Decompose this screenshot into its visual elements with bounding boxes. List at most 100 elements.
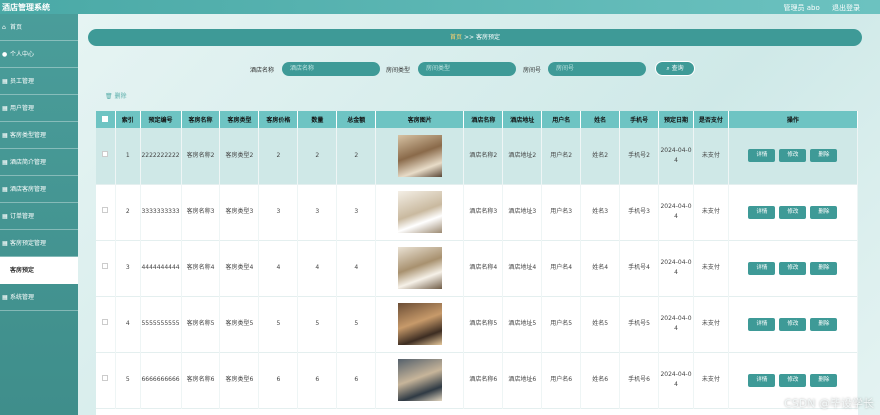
user-icon: ●	[2, 51, 8, 58]
delete-button[interactable]: 删除	[810, 373, 838, 387]
cell-price: 6	[258, 352, 299, 408]
cell-index: 3	[115, 240, 141, 296]
cell-room-type: 客房类型3	[219, 184, 260, 240]
cell-hotel-address: 酒店地址4	[502, 240, 543, 296]
delete-button[interactable]: 删除	[810, 317, 838, 331]
column-header: 是否支付	[693, 111, 729, 128]
cell-hotel-name: 酒店名称3	[463, 184, 504, 240]
delete-button[interactable]: 删除	[810, 205, 838, 219]
sidebar-item-profile[interactable]: ● 个人中心	[0, 41, 78, 68]
column-header: 酒店名称	[463, 111, 504, 128]
cell-total: 2	[336, 128, 377, 184]
sidebar-item-room-types[interactable]: ▦ 客房类型管理	[0, 122, 78, 149]
cell-room-name: 客房名称4	[181, 240, 221, 296]
edit-button[interactable]: 修改	[779, 261, 807, 275]
sidebar-item-home[interactable]: ⌂ 首页	[0, 14, 78, 41]
grid-icon: ▦	[2, 105, 8, 112]
column-header: 用户名	[541, 111, 582, 128]
cell-username: 用户名3	[541, 184, 582, 240]
sidebar: ⌂ 首页 ● 个人中心 ▦ 员工管理 ▦ 用户管理 ▦ 客房类型管理 ▦ 酒店简介管理 ▦ 酒…	[0, 14, 78, 415]
row-checkbox[interactable]	[102, 375, 109, 381]
sidebar-item-booking[interactable]: 客房预定	[0, 257, 78, 284]
cell-total: 6	[336, 352, 377, 408]
sidebar-item-system[interactable]: ▦ 系统管理	[0, 284, 78, 311]
sidebar-item-hotel-rooms[interactable]: ▦ 酒店客房管理	[0, 176, 78, 203]
sidebar-item-label: 订单管理	[10, 213, 35, 220]
cell-hotel-address: 酒店地址5	[502, 296, 543, 352]
batch-delete-button[interactable]: 🗑 删除	[105, 91, 127, 100]
cell-index: 5	[115, 352, 141, 408]
row-checkbox[interactable]	[102, 150, 109, 157]
column-header: 客房名称	[181, 111, 221, 128]
room-photo	[397, 191, 442, 233]
sidebar-item-label: 个人中心	[10, 51, 35, 58]
column-header: 客房价格	[258, 111, 299, 128]
room-type-input[interactable]	[418, 62, 516, 76]
detail-button[interactable]: 详情	[748, 261, 776, 275]
edit-button[interactable]: 修改	[779, 205, 807, 219]
row-checkbox[interactable]	[102, 263, 109, 269]
cell-phone: 手机号5	[619, 296, 660, 352]
room-type-label: 房间类型	[386, 67, 411, 74]
sidebar-item-label: 酒店简介管理	[10, 159, 47, 166]
column-header: 姓名	[580, 111, 621, 128]
room-number-input[interactable]	[548, 62, 646, 76]
booking-table: 索引 预定编号 客房名称 客房类型 客房价格 数量 总金额 客房图片 酒店名称 …	[96, 111, 859, 415]
cell-actions: 详情 修改 删除	[728, 128, 859, 184]
sidebar-item-booking-mgmt[interactable]: ▦ 客房预定管理	[0, 230, 78, 257]
hotel-name-input[interactable]	[282, 62, 380, 76]
cell-total: 5	[336, 296, 377, 352]
edit-button[interactable]: 修改	[779, 149, 807, 163]
cell-phone: 手机号2	[619, 128, 660, 184]
table-row: 5 6666666666 客房名称6 客房类型6 6 6 6 酒店名称6 酒店地…	[96, 352, 859, 408]
detail-button[interactable]: 详情	[748, 373, 776, 387]
cell-room-name: 客房名称6	[181, 352, 221, 408]
cell-date: 2024-04-04	[658, 128, 694, 184]
detail-button[interactable]: 详情	[748, 317, 776, 331]
grid-icon: ▦	[2, 132, 8, 139]
cell-room-name: 客房名称3	[181, 184, 221, 240]
delete-button[interactable]: 删除	[810, 261, 838, 275]
table-row: 2 3333333333 客房名称3 客房类型3 3 3 3 酒店名称3 酒店地…	[96, 184, 859, 240]
cell-quantity: 5	[297, 296, 338, 352]
cell-hotel-name: 酒店名称6	[463, 352, 504, 408]
cell-actions: 详情 修改 删除	[728, 184, 859, 240]
cell-room-type: 客房类型4	[219, 240, 260, 296]
grid-icon: ▦	[2, 240, 8, 247]
edit-button[interactable]: 修改	[779, 373, 807, 387]
cell-phone: 手机号3	[619, 184, 660, 240]
cell-total: 3	[336, 184, 377, 240]
cell-quantity: 3	[297, 184, 338, 240]
query-button[interactable]: ⌕ 查询	[655, 61, 695, 76]
cell-room-type: 客房类型5	[219, 296, 260, 352]
select-all-checkbox[interactable]	[102, 115, 109, 122]
cell-username: 用户名6	[541, 352, 582, 408]
grid-icon: ▦	[2, 213, 8, 220]
edit-button[interactable]: 修改	[779, 317, 807, 331]
app-title: 酒店管理系统	[2, 3, 50, 12]
logout-link[interactable]: 退出登录	[832, 4, 860, 12]
cell-date: 2024-04-04	[658, 240, 694, 296]
sidebar-item-label: 客房预定管理	[10, 240, 47, 247]
sidebar-item-staff[interactable]: ▦ 员工管理	[0, 68, 78, 95]
cell-name: 姓名2	[580, 128, 621, 184]
select-all-cell[interactable]	[96, 111, 116, 128]
detail-button[interactable]: 详情	[748, 205, 776, 219]
grid-icon: ▦	[2, 186, 8, 193]
sidebar-item-orders[interactable]: ▦ 订单管理	[0, 203, 78, 230]
cell-actions: 详情 修改 删除	[728, 240, 859, 296]
row-checkbox[interactable]	[102, 319, 109, 325]
cell-quantity: 6	[297, 352, 338, 408]
cell-quantity: 4	[297, 240, 338, 296]
row-checkbox[interactable]	[102, 207, 109, 213]
breadcrumb-home[interactable]: 首页	[450, 34, 462, 41]
sidebar-item-users[interactable]: ▦ 用户管理	[0, 95, 78, 122]
detail-button[interactable]: 详情	[748, 149, 776, 163]
delete-button[interactable]: 删除	[810, 149, 838, 163]
room-number-label: 房间号	[523, 67, 542, 74]
sidebar-item-hotel-intro[interactable]: ▦ 酒店简介管理	[0, 149, 78, 176]
cell-booking-no: 3333333333	[140, 184, 182, 240]
column-header: 数量	[297, 111, 338, 128]
cell-room-name: 客房名称5	[181, 296, 221, 352]
cell-booking-no: 6666666666	[140, 352, 182, 408]
